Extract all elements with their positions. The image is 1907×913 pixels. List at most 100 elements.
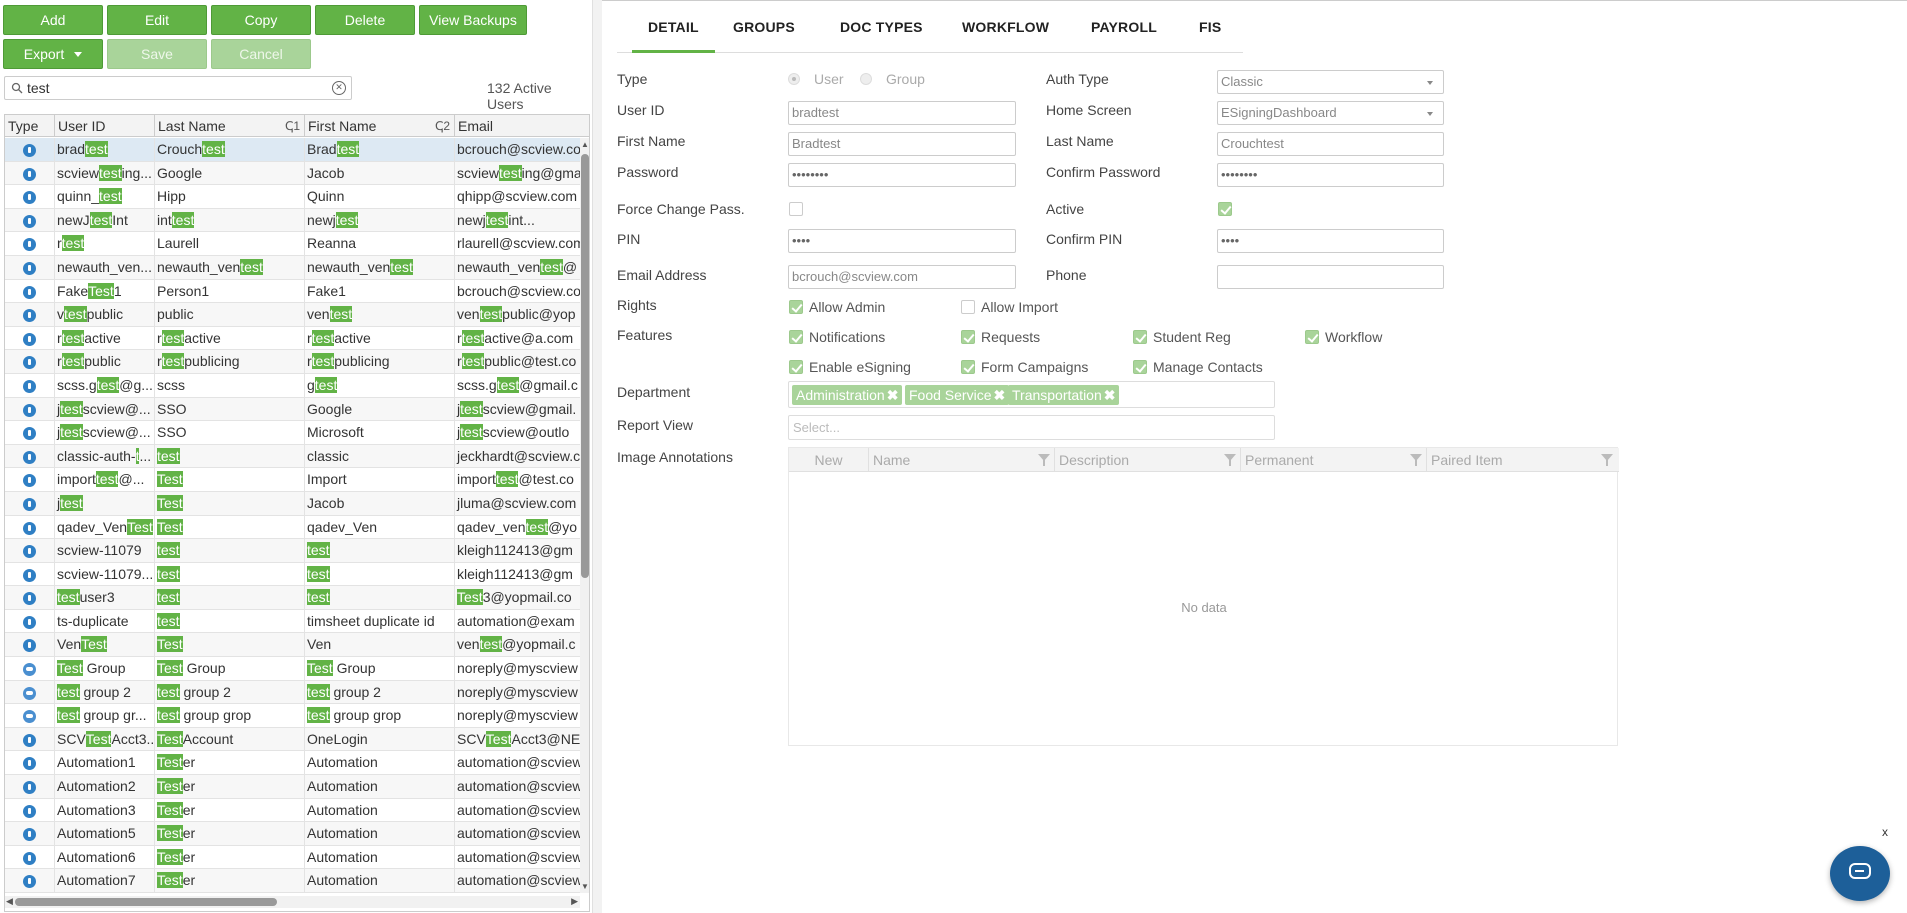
remove-tag-icon[interactable]: ✖ bbox=[1104, 387, 1116, 403]
enable-esigning-checkbox[interactable] bbox=[789, 360, 803, 374]
pin-field[interactable]: •••• bbox=[788, 229, 1016, 253]
table-row[interactable]: Automation1 Tester Automation automation@sc… bbox=[5, 751, 580, 776]
table-row[interactable]: test group 2 test group 2 test group 2 nore… bbox=[5, 680, 580, 705]
active-checkbox[interactable] bbox=[1218, 202, 1232, 216]
filter-icon[interactable] bbox=[1410, 454, 1422, 466]
confirm-pin-field[interactable]: •••• bbox=[1217, 229, 1444, 253]
table-row[interactable]: newauth_ven... newauth_ventest newauth_ven… bbox=[5, 255, 580, 280]
column-header-new[interactable]: New bbox=[789, 448, 869, 472]
table-row[interactable]: Automation5 Tester Automation automation@sc… bbox=[5, 822, 580, 846]
table-row[interactable]: scviewtesting... Google Jacob scviewtesting… bbox=[5, 161, 580, 186]
auth-type-select[interactable]: Classic bbox=[1217, 70, 1444, 94]
allow-admin-checkbox[interactable] bbox=[789, 300, 803, 314]
column-header-description[interactable]: Description bbox=[1055, 448, 1241, 472]
table-row[interactable]: bradtest Crouchtest Bradtest bcrouch@scview… bbox=[5, 138, 580, 162]
table-row[interactable]: newJtestInt inttest newjtest newjtestint... bbox=[5, 208, 580, 233]
delete-button[interactable]: Delete bbox=[315, 5, 415, 35]
column-header-first-name[interactable]: First Name ↅ2 bbox=[305, 115, 455, 137]
phone-field[interactable] bbox=[1217, 265, 1444, 289]
table-row[interactable]: jtestscview@... SSO Microsoft jtestscview@o… bbox=[5, 421, 580, 445]
tab-workflow[interactable]: WORKFLOW bbox=[962, 19, 1049, 35]
scroll-down-icon[interactable]: ▼ bbox=[581, 882, 589, 891]
tab-payroll[interactable]: PAYROLL bbox=[1091, 19, 1157, 35]
clear-search-icon[interactable]: ✕ bbox=[332, 81, 346, 95]
table-row[interactable]: scss.gtest@g... scss gtest scss.gtest@gmail… bbox=[5, 373, 580, 398]
table-row[interactable]: rtestpublic rtestpublicing rtestpublicing r… bbox=[5, 350, 580, 374]
vertical-scrollbar[interactable]: ▲ ▼ bbox=[580, 138, 589, 893]
tab-groups[interactable]: GROUPS bbox=[733, 19, 795, 35]
scroll-left-icon[interactable]: ◀ bbox=[6, 896, 13, 907]
password-field[interactable]: •••••••• bbox=[788, 163, 1016, 187]
table-row[interactable]: test group gr... test group grop test grou… bbox=[5, 704, 580, 728]
table-row[interactable]: VenTest Test Ven ventest@yopmail.c bbox=[5, 633, 580, 658]
first-name-field[interactable]: Bradtest bbox=[788, 132, 1016, 156]
table-row[interactable]: rtest Laurell Reanna rlaurell@scview.com bbox=[5, 232, 580, 256]
department-multiselect[interactable]: Administration ✖ Food Service ✖ Transporta… bbox=[788, 381, 1275, 408]
scroll-up-icon[interactable]: ▲ bbox=[581, 140, 589, 149]
cancel-button[interactable]: Cancel bbox=[211, 39, 311, 69]
tab-detail[interactable]: DETAIL bbox=[632, 19, 715, 53]
filter-icon[interactable] bbox=[1601, 454, 1613, 466]
table-row[interactable]: FakeTest1 Person1 Fake1 bcrouch@scview.com bbox=[5, 279, 580, 304]
last-name-field[interactable]: Crouchtest bbox=[1217, 132, 1444, 156]
table-row[interactable]: Automation6 Tester Automation automation@sc… bbox=[5, 845, 580, 870]
workflow-checkbox[interactable] bbox=[1305, 330, 1319, 344]
table-row[interactable]: Automation7 Tester Automation automation@sc… bbox=[5, 869, 580, 893]
type-user-radio[interactable] bbox=[788, 73, 800, 85]
column-header-email[interactable]: Email bbox=[455, 115, 589, 137]
email-field[interactable]: bcrouch@scview.com bbox=[788, 265, 1016, 289]
table-row[interactable]: Automation2 Tester Automation automation@sc… bbox=[5, 775, 580, 799]
table-row[interactable]: SCVTestAcct3... TestAccount OneLogin SCVTes… bbox=[5, 727, 580, 752]
scroll-right-icon[interactable]: ▶ bbox=[571, 896, 578, 907]
home-screen-select[interactable]: ESigningDashboard bbox=[1217, 101, 1444, 125]
notifications-checkbox[interactable] bbox=[789, 330, 803, 344]
table-row[interactable]: importtest@... Test Import importtest@test.… bbox=[5, 468, 580, 492]
form-campaigns-checkbox[interactable] bbox=[961, 360, 975, 374]
tab-fis[interactable]: FIS bbox=[1199, 19, 1221, 35]
search-input[interactable] bbox=[27, 79, 327, 97]
view-backups-button[interactable]: View Backups bbox=[419, 5, 527, 35]
allow-import-checkbox[interactable] bbox=[961, 300, 975, 314]
student-reg-checkbox[interactable] bbox=[1133, 330, 1147, 344]
force-change-checkbox[interactable] bbox=[789, 202, 803, 216]
table-row[interactable]: rtestactive rtestactive rtestactive rtestac… bbox=[5, 326, 580, 351]
table-row[interactable]: scview-11079 test test kleigh112413@gm bbox=[5, 539, 580, 563]
remove-tag-icon[interactable]: ✖ bbox=[887, 387, 899, 403]
filter-icon[interactable] bbox=[1038, 454, 1050, 466]
add-button[interactable]: Add bbox=[3, 5, 103, 35]
table-row[interactable]: quinn_test Hipp Quinn qhipp@scview.com bbox=[5, 185, 580, 209]
chat-launcher-button[interactable] bbox=[1830, 846, 1890, 901]
panel-splitter[interactable] bbox=[592, 0, 602, 913]
requests-checkbox[interactable] bbox=[961, 330, 975, 344]
save-button[interactable]: Save bbox=[107, 39, 207, 69]
filter-icon[interactable] bbox=[1224, 454, 1236, 466]
table-row[interactable]: testuser3 test test Test3@yopmail.co bbox=[5, 586, 580, 610]
table-row[interactable]: ts-duplicate test timsheet duplicate id aut… bbox=[5, 609, 580, 634]
horizontal-scrollbar[interactable]: ◀ ▶ bbox=[5, 896, 580, 908]
table-row[interactable]: vtestpublic public ventest ventestpublic@yo… bbox=[5, 303, 580, 327]
table-row[interactable]: qadev_VenTest Test qadev_Ven qadev_ventest@… bbox=[5, 515, 580, 540]
copy-button[interactable]: Copy bbox=[211, 5, 311, 35]
export-button[interactable]: Export bbox=[3, 39, 103, 69]
remove-tag-icon[interactable]: ✖ bbox=[993, 387, 1005, 403]
user-id-field[interactable]: bradtest bbox=[788, 101, 1016, 125]
column-header-type[interactable]: Type bbox=[5, 115, 55, 137]
table-row[interactable]: Automation3 Tester Automation automation@sc… bbox=[5, 798, 580, 823]
edit-button[interactable]: Edit bbox=[107, 5, 207, 35]
table-row[interactable]: classic-auth-t... test classic jeckhardt@sc… bbox=[5, 444, 580, 469]
table-row[interactable]: jtest Test Jacob jluma@scview.com bbox=[5, 491, 580, 516]
report-view-select[interactable]: Select... bbox=[788, 415, 1275, 440]
column-header-last-name[interactable]: Last Name ↅ1 bbox=[155, 115, 305, 137]
manage-contacts-checkbox[interactable] bbox=[1133, 360, 1147, 374]
column-header-paired-item[interactable]: Paired Item bbox=[1427, 448, 1617, 472]
table-row[interactable]: Test Group Test Group Test Group noreply@my… bbox=[5, 657, 580, 681]
scrollbar-thumb[interactable] bbox=[581, 154, 589, 578]
column-header-name[interactable]: Name bbox=[869, 448, 1055, 472]
table-row[interactable]: scview-11079... test test kleigh112413@gm bbox=[5, 562, 580, 587]
scrollbar-thumb[interactable] bbox=[15, 898, 277, 906]
table-row[interactable]: jtestscview@... SSO Google jtestscview@gmai… bbox=[5, 397, 580, 422]
confirm-password-field[interactable]: •••••••• bbox=[1217, 163, 1444, 187]
column-header-user-id[interactable]: User ID bbox=[55, 115, 155, 137]
column-header-permanent[interactable]: Permanent bbox=[1241, 448, 1427, 472]
tab-doc-types[interactable]: DOC TYPES bbox=[840, 19, 923, 35]
